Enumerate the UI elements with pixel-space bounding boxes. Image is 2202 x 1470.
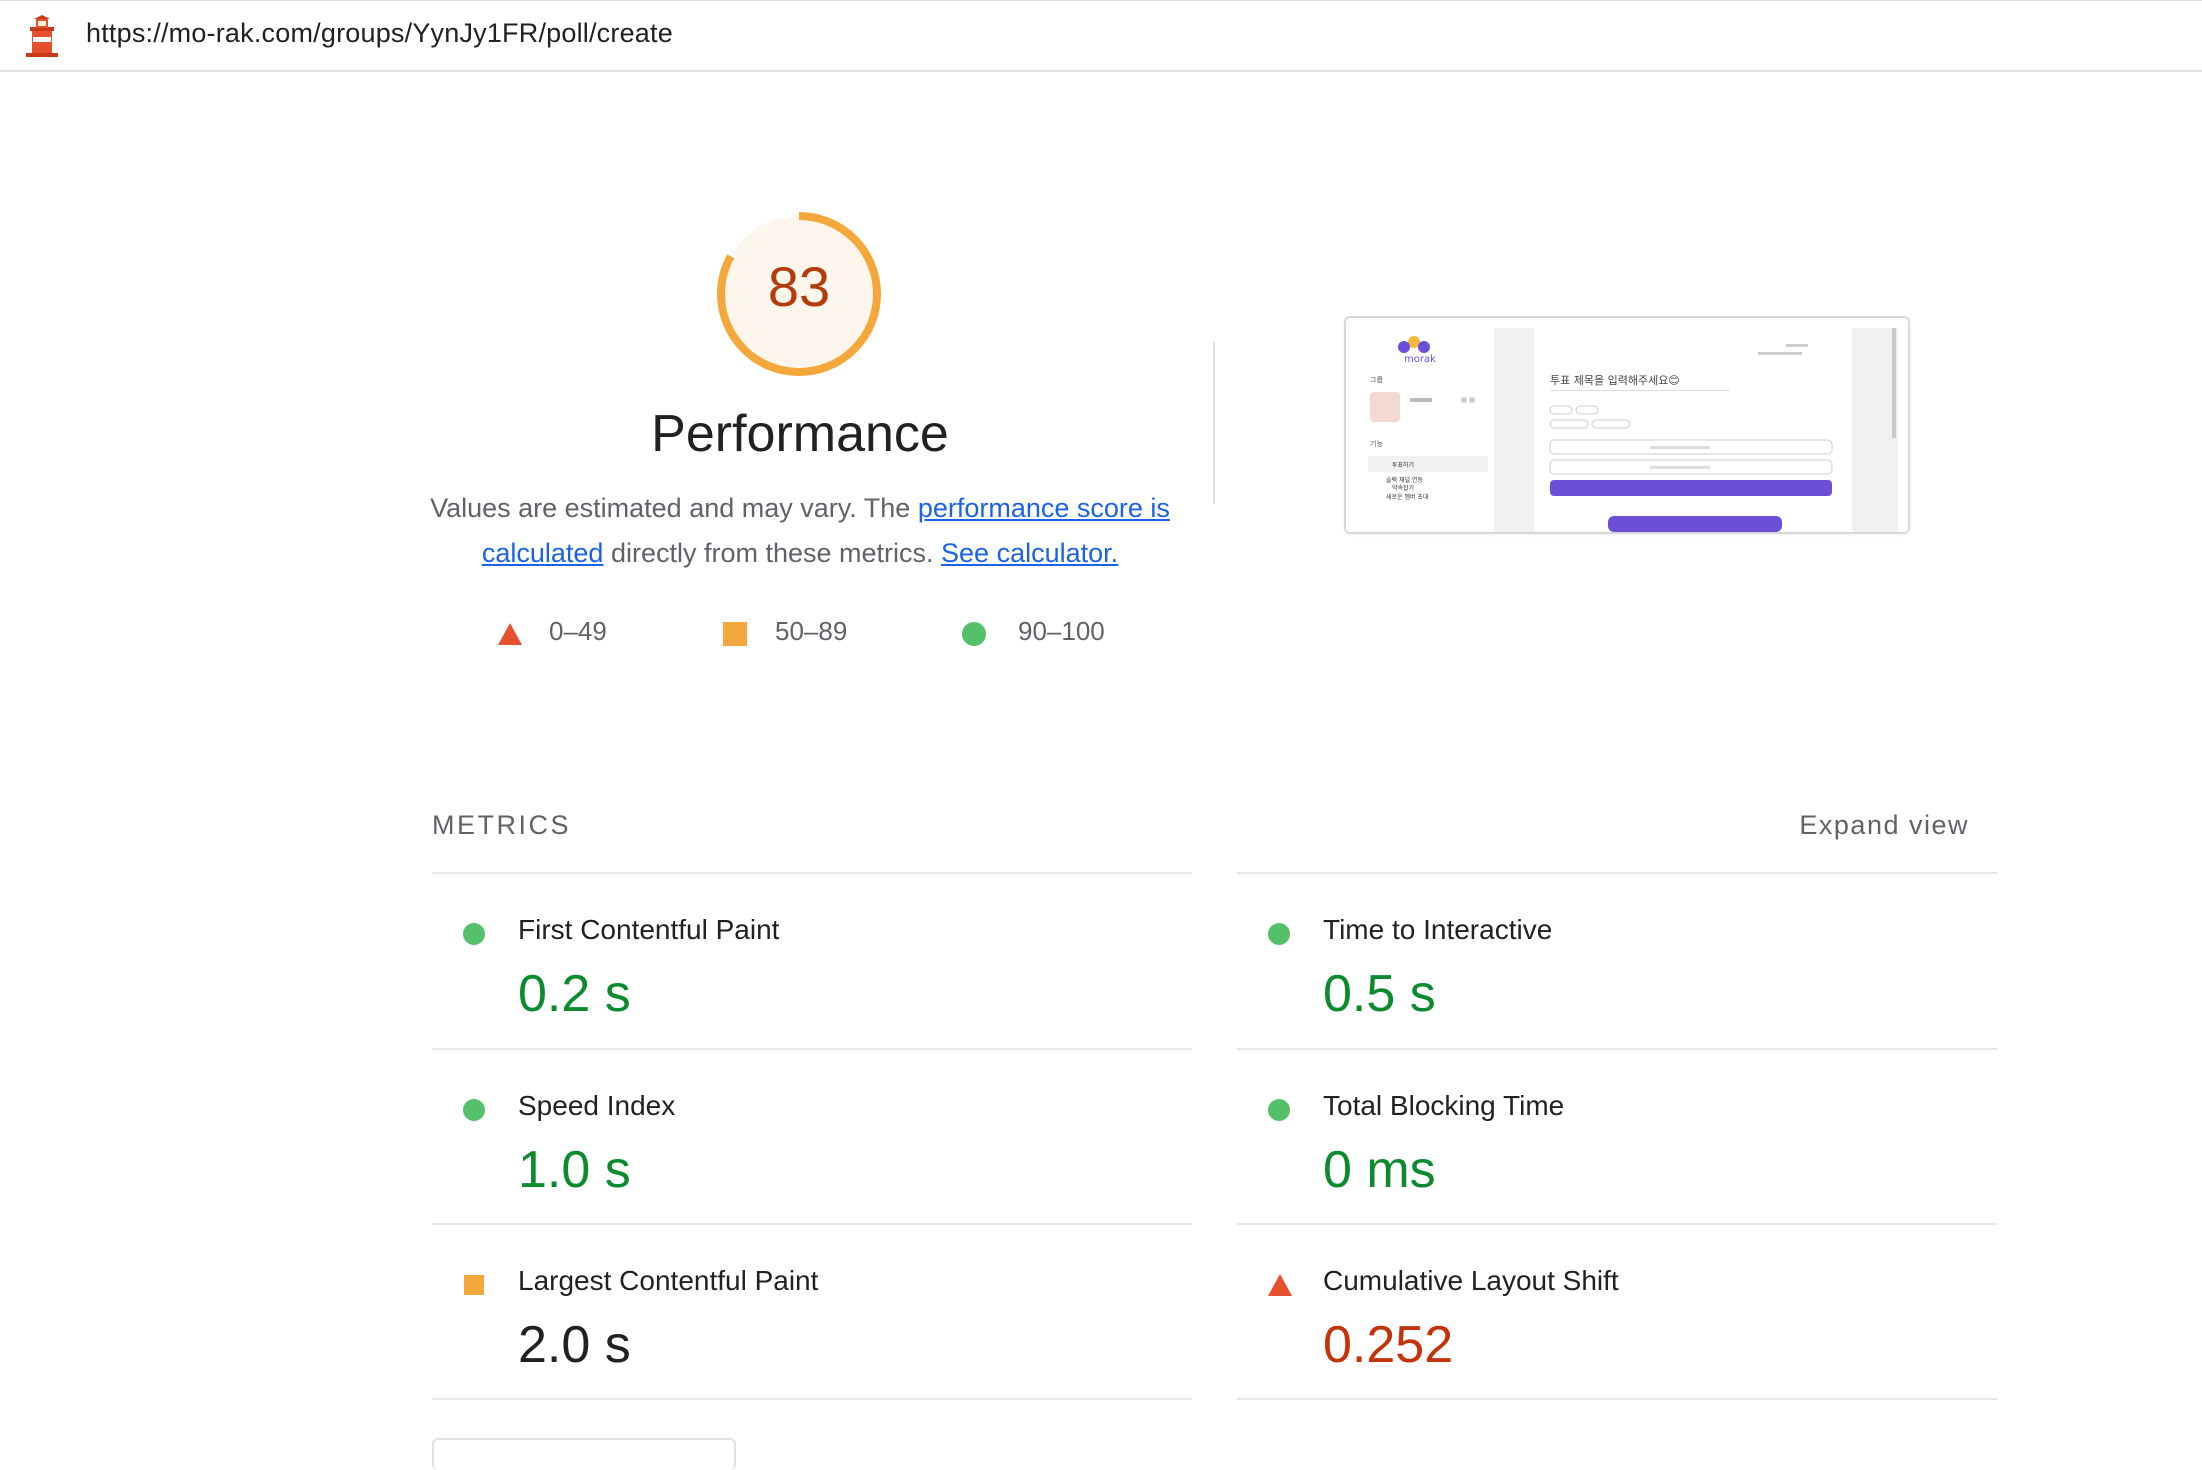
section-divider — [1213, 342, 1215, 504]
average-square-icon — [462, 1273, 486, 1297]
svg-text:새로운 멤버 초대: 새로운 멤버 초대 — [1386, 493, 1428, 501]
lighthouse-icon — [26, 15, 58, 57]
fail-triangle-icon — [498, 623, 522, 645]
metric-value: 0 ms — [1323, 1141, 1436, 1199]
pass-circle-icon — [1267, 922, 1291, 946]
metric-value: 0.252 — [1323, 1316, 1454, 1374]
legend-pass-range: 90–100 — [1018, 616, 1105, 646]
pass-circle-icon — [462, 1098, 486, 1122]
metric-divider — [432, 1398, 1192, 1400]
performance-score: 83 — [767, 255, 831, 318]
description-text-2: directly from these metrics. — [603, 538, 934, 568]
legend-fail-range: 0–49 — [549, 616, 607, 646]
metric-cumulative-layout-shift: Cumulative Layout Shift 0.252 — [1237, 1223, 1997, 1397]
metric-label: Largest Contentful Paint — [518, 1265, 819, 1296]
metric-largest-contentful-paint: Largest Contentful Paint 2.0 s — [432, 1223, 1192, 1397]
svg-text:기능: 기능 — [1370, 439, 1383, 448]
legend-fail: 0–49 — [497, 616, 657, 656]
svg-text:투표 제목을 입력해주세요😊: 투표 제목을 입력해주세요😊 — [1550, 373, 1680, 387]
fail-triangle-icon — [1267, 1273, 1292, 1297]
svg-text:약속잡기: 약속잡기 — [1392, 484, 1414, 492]
metric-time-to-interactive: Time to Interactive 0.5 s — [1237, 872, 1997, 1046]
metric-label: Cumulative Layout Shift — [1323, 1265, 1619, 1296]
metric-value: 0.2 s — [518, 965, 631, 1023]
metric-label: Total Blocking Time — [1323, 1090, 1565, 1121]
category-title: Performance — [651, 405, 949, 463]
description-text: Values are estimated and may vary. The — [430, 493, 918, 523]
pass-circle-icon — [462, 922, 486, 946]
svg-text:슬랙 채널 연동: 슬랙 채널 연동 — [1386, 476, 1423, 484]
metric-speed-index: Speed Index 1.0 s — [432, 1048, 1192, 1222]
metric-label: Time to Interactive — [1323, 914, 1553, 945]
metric-value: 0.5 s — [1323, 965, 1436, 1023]
final-screenshot-thumbnail[interactable]: morak 그룹 기능 투표하기 슬랙 채널 연동 약속잡기 새로운 멤버 초대… — [1344, 316, 1910, 534]
metric-value: 1.0 s — [518, 1141, 631, 1199]
expand-view-toggle[interactable]: Expand view — [1799, 810, 1969, 841]
category-description: Values are estimated and may vary. The p… — [420, 486, 1180, 576]
metric-label: First Contentful Paint — [518, 914, 780, 945]
thumb-logo: morak — [1404, 354, 1436, 365]
pass-circle-icon — [962, 622, 986, 646]
pass-circle-icon — [1267, 1098, 1291, 1122]
svg-text:그룹: 그룹 — [1370, 376, 1383, 384]
page-url[interactable]: https://mo-rak.com/groups/YynJy1FR/poll/… — [86, 18, 673, 49]
legend-average-range: 50–89 — [775, 616, 848, 646]
url-bar: https://mo-rak.com/groups/YynJy1FR/poll/… — [0, 0, 2202, 72]
metric-label: Speed Index — [518, 1090, 676, 1121]
svg-text:투표하기: 투표하기 — [1392, 461, 1414, 469]
legend-average: 50–89 — [723, 616, 903, 656]
metric-value: 2.0 s — [518, 1316, 631, 1374]
screenshot-image: morak 그룹 기능 투표하기 슬랙 채널 연동 약속잡기 새로운 멤버 초대… — [1346, 318, 1908, 532]
legend-pass: 90–100 — [962, 616, 1162, 656]
metric-total-blocking-time: Total Blocking Time 0 ms — [1237, 1048, 1997, 1222]
metrics-header: METRICS — [432, 810, 571, 840]
metric-first-contentful-paint: First Contentful Paint 0.2 s — [432, 872, 1192, 1046]
see-calculator-link[interactable]: See calculator. — [941, 538, 1118, 568]
average-square-icon — [723, 622, 747, 646]
metric-divider — [1237, 1398, 1997, 1400]
view-treemap-button[interactable] — [432, 1438, 736, 1470]
